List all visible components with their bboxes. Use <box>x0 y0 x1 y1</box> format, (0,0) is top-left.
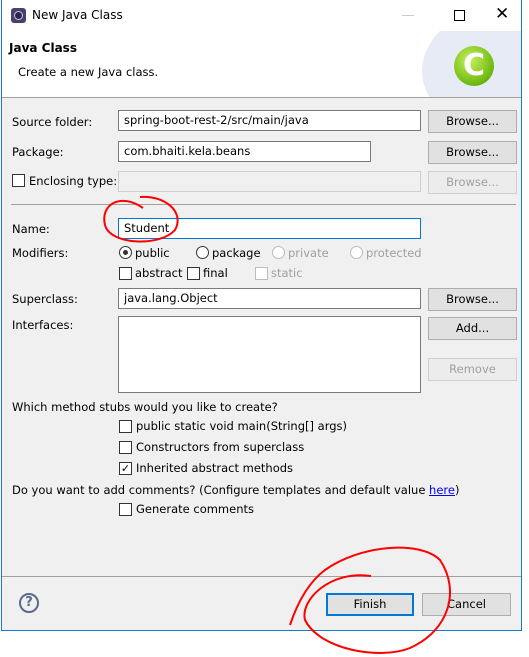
red-annotation-circles <box>103 195 451 654</box>
finish-annotation-circle <box>289 546 451 654</box>
name-annotation-circle <box>103 195 179 243</box>
